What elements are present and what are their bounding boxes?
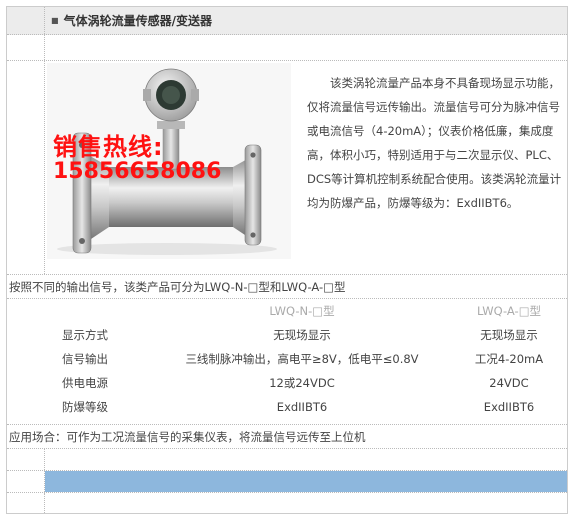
product-table: ■ 气体涡轮流量传感器/变送器 销售热线: 15856658086 该类涡轮流量… xyxy=(6,6,568,514)
spec-row-power: 供电电源 12或24VDC 24VDC xyxy=(7,371,567,395)
product-photo: 销售热线: 15856658086 xyxy=(47,63,291,259)
spec-value-a: 无现场显示 xyxy=(480,328,538,342)
sales-hotline-number: 15856658086 xyxy=(53,159,222,184)
spec-label: 供电电源 xyxy=(62,376,108,390)
spec-value-n: 无现场显示 xyxy=(273,328,331,342)
blank-row xyxy=(7,493,567,513)
left-cell xyxy=(7,61,45,274)
spec-row-display: 显示方式 无现场显示 无现场显示 xyxy=(7,323,567,347)
product-main-row: 销售热线: 15856658086 该类涡轮流量产品本身不具备现场显示功能，仅将… xyxy=(7,61,567,275)
left-cell xyxy=(7,449,45,470)
spec-value-n: ExdIIBT6 xyxy=(276,400,328,414)
spec-value-n: 三线制脉冲输出，高电平≥8V，低电平≤0.8V xyxy=(185,352,419,366)
title-row: ■ 气体涡轮流量传感器/变送器 xyxy=(7,7,567,35)
left-cell xyxy=(7,493,45,513)
spec-value-a: 工况4-20mA xyxy=(474,352,544,366)
blue-bar-row xyxy=(7,471,567,493)
spec-value-n: 12或24VDC xyxy=(269,376,335,390)
spec-value-a: ExdIIBT6 xyxy=(483,400,535,414)
section-title-text: 气体涡轮流量传感器/变送器 xyxy=(63,14,212,28)
spec-row: LWQ-N-□型 LWQ-A-□型 显示方式 无现场显示 无现场显示 信号输出 … xyxy=(7,299,567,425)
spec-row-signal: 信号输出 三线制脉冲输出，高电平≥8V，低电平≤0.8V 工况4-20mA xyxy=(7,347,567,371)
spec-row-explosion: 防爆等级 ExdIIBT6 ExdIIBT6 xyxy=(7,395,567,419)
spec-header-lwq-n: LWQ-N-□型 xyxy=(269,304,335,318)
left-cell xyxy=(7,7,45,34)
spec-table: LWQ-N-□型 LWQ-A-□型 显示方式 无现场显示 无现场显示 信号输出 … xyxy=(7,299,567,419)
section-title: ■ 气体涡轮流量传感器/变送器 xyxy=(45,7,567,34)
left-cell xyxy=(7,471,45,492)
blank-row xyxy=(7,35,567,61)
spec-header-row: LWQ-N-□型 LWQ-A-□型 xyxy=(7,299,567,323)
spec-label: 显示方式 xyxy=(62,328,108,342)
left-cell xyxy=(7,35,45,60)
intro-row: 按照不同的输出信号，该类产品可分为LWQ-N-□型和LWQ-A-□型 xyxy=(7,275,567,299)
blank-row xyxy=(7,449,567,471)
application-row: 应用场合：可作为工况流量信号的采集仪表，将流量信号远传至上位机 xyxy=(7,425,567,449)
application-text: 应用场合：可作为工况流量信号的采集仪表，将流量信号远传至上位机 xyxy=(9,430,366,444)
spec-label: 防爆等级 xyxy=(62,400,108,414)
spec-value-a: 24VDC xyxy=(489,376,529,390)
intro-text: 按照不同的输出信号，该类产品可分为LWQ-N-□型和LWQ-A-□型 xyxy=(9,280,346,294)
spec-label: 信号输出 xyxy=(62,352,108,366)
sales-hotline-label: 销售热线: xyxy=(53,133,164,161)
blue-bar xyxy=(45,471,567,492)
square-bullet-icon: ■ xyxy=(51,16,59,25)
spec-header-lwq-a: LWQ-A-□型 xyxy=(476,304,542,318)
product-description: 该类涡轮流量产品本身不具备现场显示功能，仅将流量信号远传输出。流量信号可分为脉冲… xyxy=(307,76,562,210)
